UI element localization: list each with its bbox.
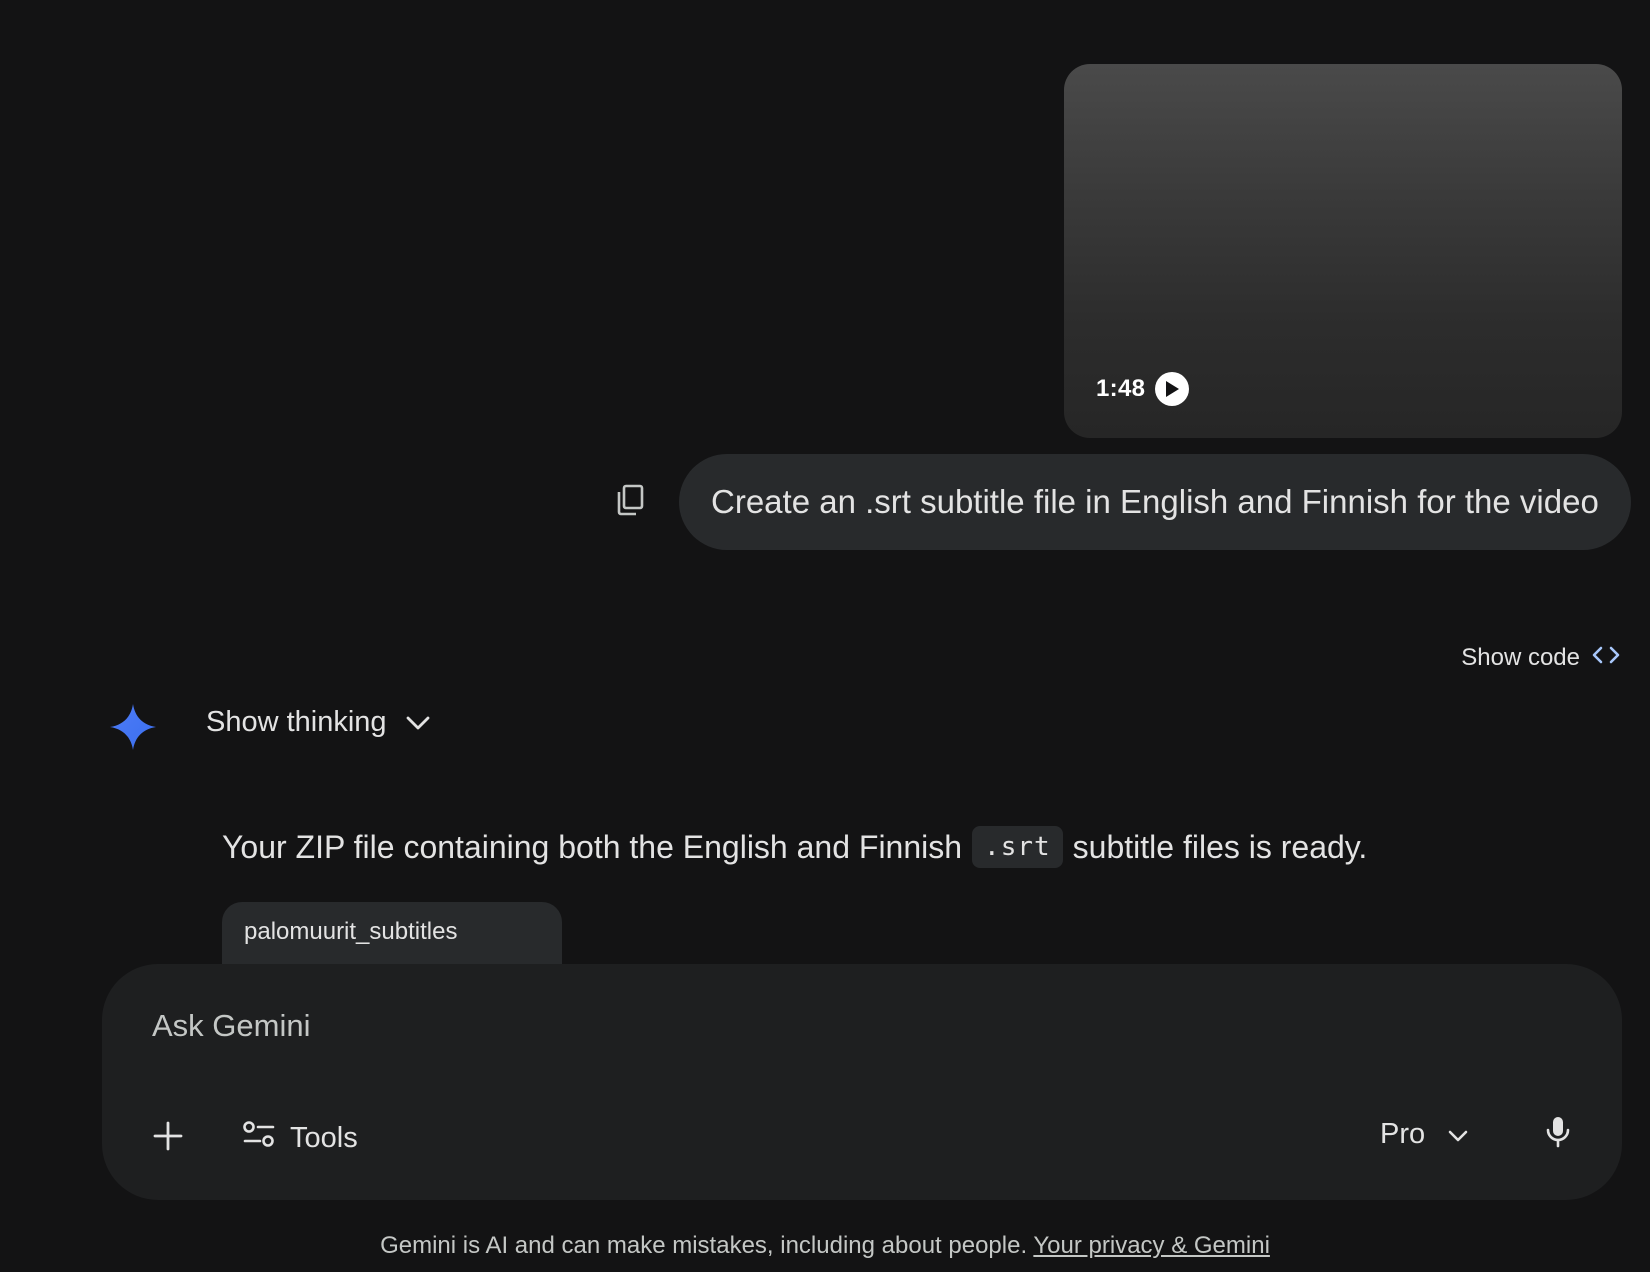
code-brackets-icon	[1592, 644, 1620, 672]
file-attachment-tab[interactable]: palomuurit_subtitles	[222, 902, 562, 972]
plus-icon	[153, 1121, 183, 1156]
response-text-before: Your ZIP file containing both the Englis…	[222, 828, 963, 865]
user-prompt-text: Create an .srt subtitle file in English …	[711, 483, 1599, 520]
show-code-label: Show code	[1461, 644, 1580, 671]
prompt-input-box: Tools Pro	[102, 964, 1622, 1200]
ask-gemini-input[interactable]	[150, 1000, 1454, 1052]
microphone-button[interactable]	[1534, 1110, 1582, 1158]
video-duration: 1:48	[1096, 375, 1146, 402]
video-meta: 1:48	[1096, 372, 1190, 406]
privacy-link[interactable]: Your privacy & Gemini	[1033, 1232, 1270, 1259]
chevron-down-icon	[1447, 1118, 1469, 1151]
gemini-spark-icon	[108, 702, 158, 752]
show-code-button[interactable]: Show code	[1461, 644, 1620, 672]
user-prompt-bubble: Create an .srt subtitle file in English …	[679, 454, 1631, 550]
copy-icon[interactable]	[600, 470, 660, 530]
chevron-down-icon	[405, 706, 431, 739]
disclaimer: Gemini is AI and can make mistakes, incl…	[0, 1232, 1650, 1260]
show-thinking-label: Show thinking	[206, 706, 387, 738]
tools-button[interactable]: Tools	[242, 1114, 358, 1162]
model-label: Pro	[1380, 1117, 1426, 1150]
inline-code: .srt	[972, 826, 1063, 868]
file-name: palomuurit_subtitles	[244, 918, 458, 945]
microphone-icon	[1545, 1115, 1571, 1154]
response-text: Your ZIP file containing both the Englis…	[222, 826, 1367, 868]
play-icon[interactable]	[1155, 372, 1190, 406]
tools-label: Tools	[290, 1121, 358, 1154]
show-thinking-toggle[interactable]: Show thinking	[206, 706, 431, 739]
response-text-after: subtitle files is ready.	[1072, 828, 1368, 865]
add-attachment-button[interactable]	[144, 1114, 192, 1162]
tools-icon	[242, 1119, 276, 1157]
disclaimer-text: Gemini is AI and can make mistakes, incl…	[380, 1232, 1028, 1259]
video-thumbnail[interactable]: 1:48	[1064, 64, 1622, 438]
model-selector[interactable]: Pro	[1380, 1110, 1469, 1158]
